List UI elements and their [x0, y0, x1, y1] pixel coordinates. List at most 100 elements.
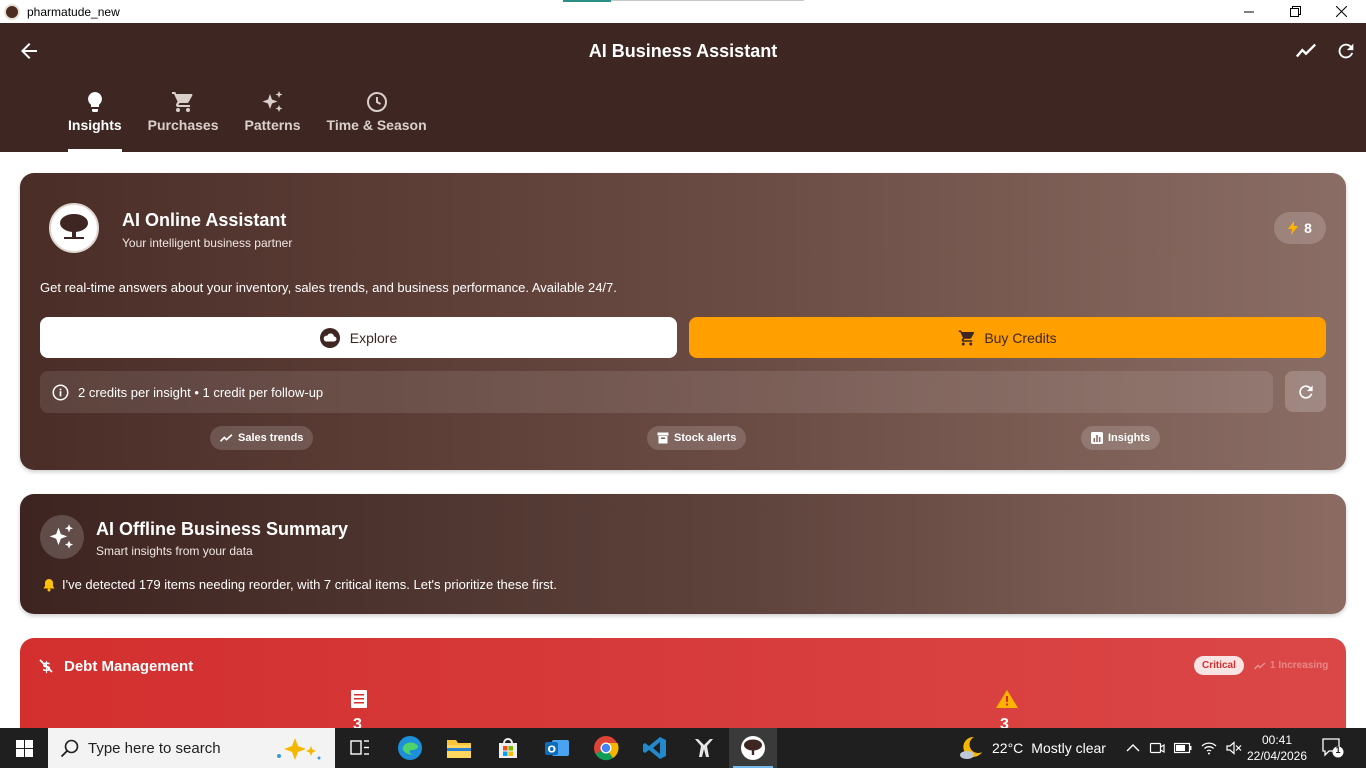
summary-text: I've detected 179 items needing reorder,… [62, 577, 557, 592]
notification-center-button[interactable]: 1 [1322, 738, 1344, 758]
volume-muted-icon[interactable] [1226, 741, 1242, 755]
chip-sales-trends[interactable]: Sales trends [210, 426, 314, 450]
page-title: AI Business Assistant [588, 41, 778, 61]
critical-badge: Critical [1194, 656, 1244, 675]
explore-button[interactable]: Explore [40, 317, 677, 358]
credits-badge[interactable]: 8 [1274, 212, 1326, 244]
weather-temperature: 22°C [992, 740, 1024, 756]
restore-icon [1289, 6, 1301, 17]
moon-weather-icon [960, 736, 982, 759]
vscode-icon [643, 737, 666, 759]
minimize-icon [1244, 11, 1254, 12]
weather-condition: Mostly clear [1031, 740, 1106, 756]
clock-icon [366, 92, 387, 112]
debt-management-card: $ Debt Management Critical 1 Increasing … [20, 638, 1346, 738]
buy-credits-button[interactable]: Buy Credits [689, 317, 1326, 358]
windows-taskbar: Type here to search O 22°C Mostly clear … [0, 728, 1366, 768]
refresh-icon[interactable] [1335, 40, 1357, 62]
credit-info-bar: 2 credits per insight • 1 credit per fol… [40, 371, 1273, 413]
sparkle-icon [49, 524, 74, 549]
tab-patterns[interactable]: Patterns [232, 90, 314, 152]
trending-icon [220, 434, 233, 442]
taskbar-file-explorer[interactable] [435, 728, 483, 768]
pharmatude-app-icon [741, 736, 765, 760]
wifi-icon[interactable] [1201, 741, 1217, 755]
tab-time-season[interactable]: Time & Season [314, 90, 440, 152]
taskbar-clock[interactable]: 00:41 22/04/2026 [1246, 732, 1308, 764]
warning-icon [996, 690, 1018, 708]
devtool-icon [695, 739, 713, 757]
bell-icon [43, 578, 55, 591]
pharmatude-logo [49, 203, 99, 253]
refresh-icon [1298, 384, 1313, 399]
search-placeholder: Type here to search [88, 739, 221, 757]
tab-label: Insights [68, 117, 122, 133]
card-subtitle: Smart insights from your data [96, 544, 253, 558]
search-icon [60, 739, 79, 758]
offline-summary-card: AI Offline Business Summary Smart insigh… [20, 494, 1346, 614]
trend-text: 1 Increasing [1270, 660, 1329, 671]
titlebar-accent [563, 0, 611, 2]
taskbar-edge[interactable] [386, 728, 434, 768]
online-assistant-card: AI Online Assistant Your intelligent bus… [20, 173, 1346, 470]
restore-button[interactable] [1272, 0, 1318, 23]
info-icon [52, 384, 69, 400]
taskbar-search[interactable]: Type here to search [48, 728, 335, 768]
cart-icon [172, 92, 193, 112]
app-bar: AI Business Assistant Insights Purchases… [0, 23, 1366, 152]
edge-icon [398, 736, 422, 760]
folder-icon [447, 740, 471, 758]
cloud-icon [319, 327, 340, 348]
minimize-button[interactable] [1226, 0, 1272, 23]
taskbar-store[interactable] [484, 728, 532, 768]
refresh-credits-button[interactable] [1285, 371, 1326, 412]
weather-widget[interactable]: 22°C Mostly clear [958, 728, 1106, 768]
chip-label: Sales trends [238, 432, 304, 444]
chip-label: Insights [1108, 432, 1151, 444]
tree-logo-icon [60, 214, 88, 239]
window-title: pharmatude_new [27, 4, 120, 19]
notification-count: 1 [1335, 745, 1341, 755]
taskbar-outlook[interactable]: O [533, 728, 581, 768]
taskbar-vscode[interactable] [631, 728, 679, 768]
meet-now-icon[interactable] [1149, 740, 1165, 756]
tab-bar: Insights Purchases Patterns Time & Seaso… [55, 90, 440, 152]
tab-label: Time & Season [326, 117, 427, 133]
trending-icon[interactable] [1294, 40, 1318, 62]
copilot-sparkle-icon [277, 738, 321, 760]
start-button[interactable] [0, 728, 48, 768]
bolt-icon [1288, 221, 1299, 235]
close-button[interactable] [1318, 0, 1364, 23]
trend-indicator: 1 Increasing [1254, 660, 1328, 671]
chip-stock-alerts[interactable]: Stock alerts [647, 426, 747, 450]
card-title: Debt Management [64, 658, 194, 675]
taskbar-pharmatude[interactable] [729, 728, 777, 768]
tab-purchases[interactable]: Purchases [135, 90, 232, 152]
explore-label: Explore [349, 329, 398, 346]
chevron-up-icon[interactable] [1126, 743, 1140, 753]
outlook-icon: O [545, 740, 569, 756]
chip-insights[interactable]: Insights [1081, 426, 1161, 450]
taskbar-app-scissor[interactable] [680, 728, 728, 768]
card-title: AI Offline Business Summary [96, 519, 349, 539]
credits-count: 8 [1304, 220, 1312, 236]
close-icon [1335, 6, 1347, 17]
clock-date: 22/04/2026 [1246, 749, 1308, 763]
window-titlebar: pharmatude_new [0, 0, 1366, 23]
summary-message: I've detected 179 items needing reorder,… [42, 577, 557, 592]
battery-icon[interactable] [1174, 742, 1192, 754]
titlebar-divider [611, 0, 804, 1]
tab-insights[interactable]: Insights [55, 90, 135, 152]
task-view-button[interactable] [336, 728, 384, 768]
svg-text:O: O [548, 745, 557, 756]
chip-label: Stock alerts [674, 432, 737, 444]
taskbar-chrome[interactable] [582, 728, 630, 768]
buy-credits-label: Buy Credits [984, 329, 1057, 346]
app-logo-icon [4, 3, 20, 20]
task-view-icon [350, 740, 369, 755]
system-tray [1126, 728, 1242, 768]
card-description: Get real-time answers about your invento… [40, 280, 617, 295]
tab-label: Patterns [244, 117, 301, 133]
credit-info-text: 2 credits per insight • 1 credit per fol… [78, 384, 324, 400]
receipt-icon [351, 690, 367, 708]
